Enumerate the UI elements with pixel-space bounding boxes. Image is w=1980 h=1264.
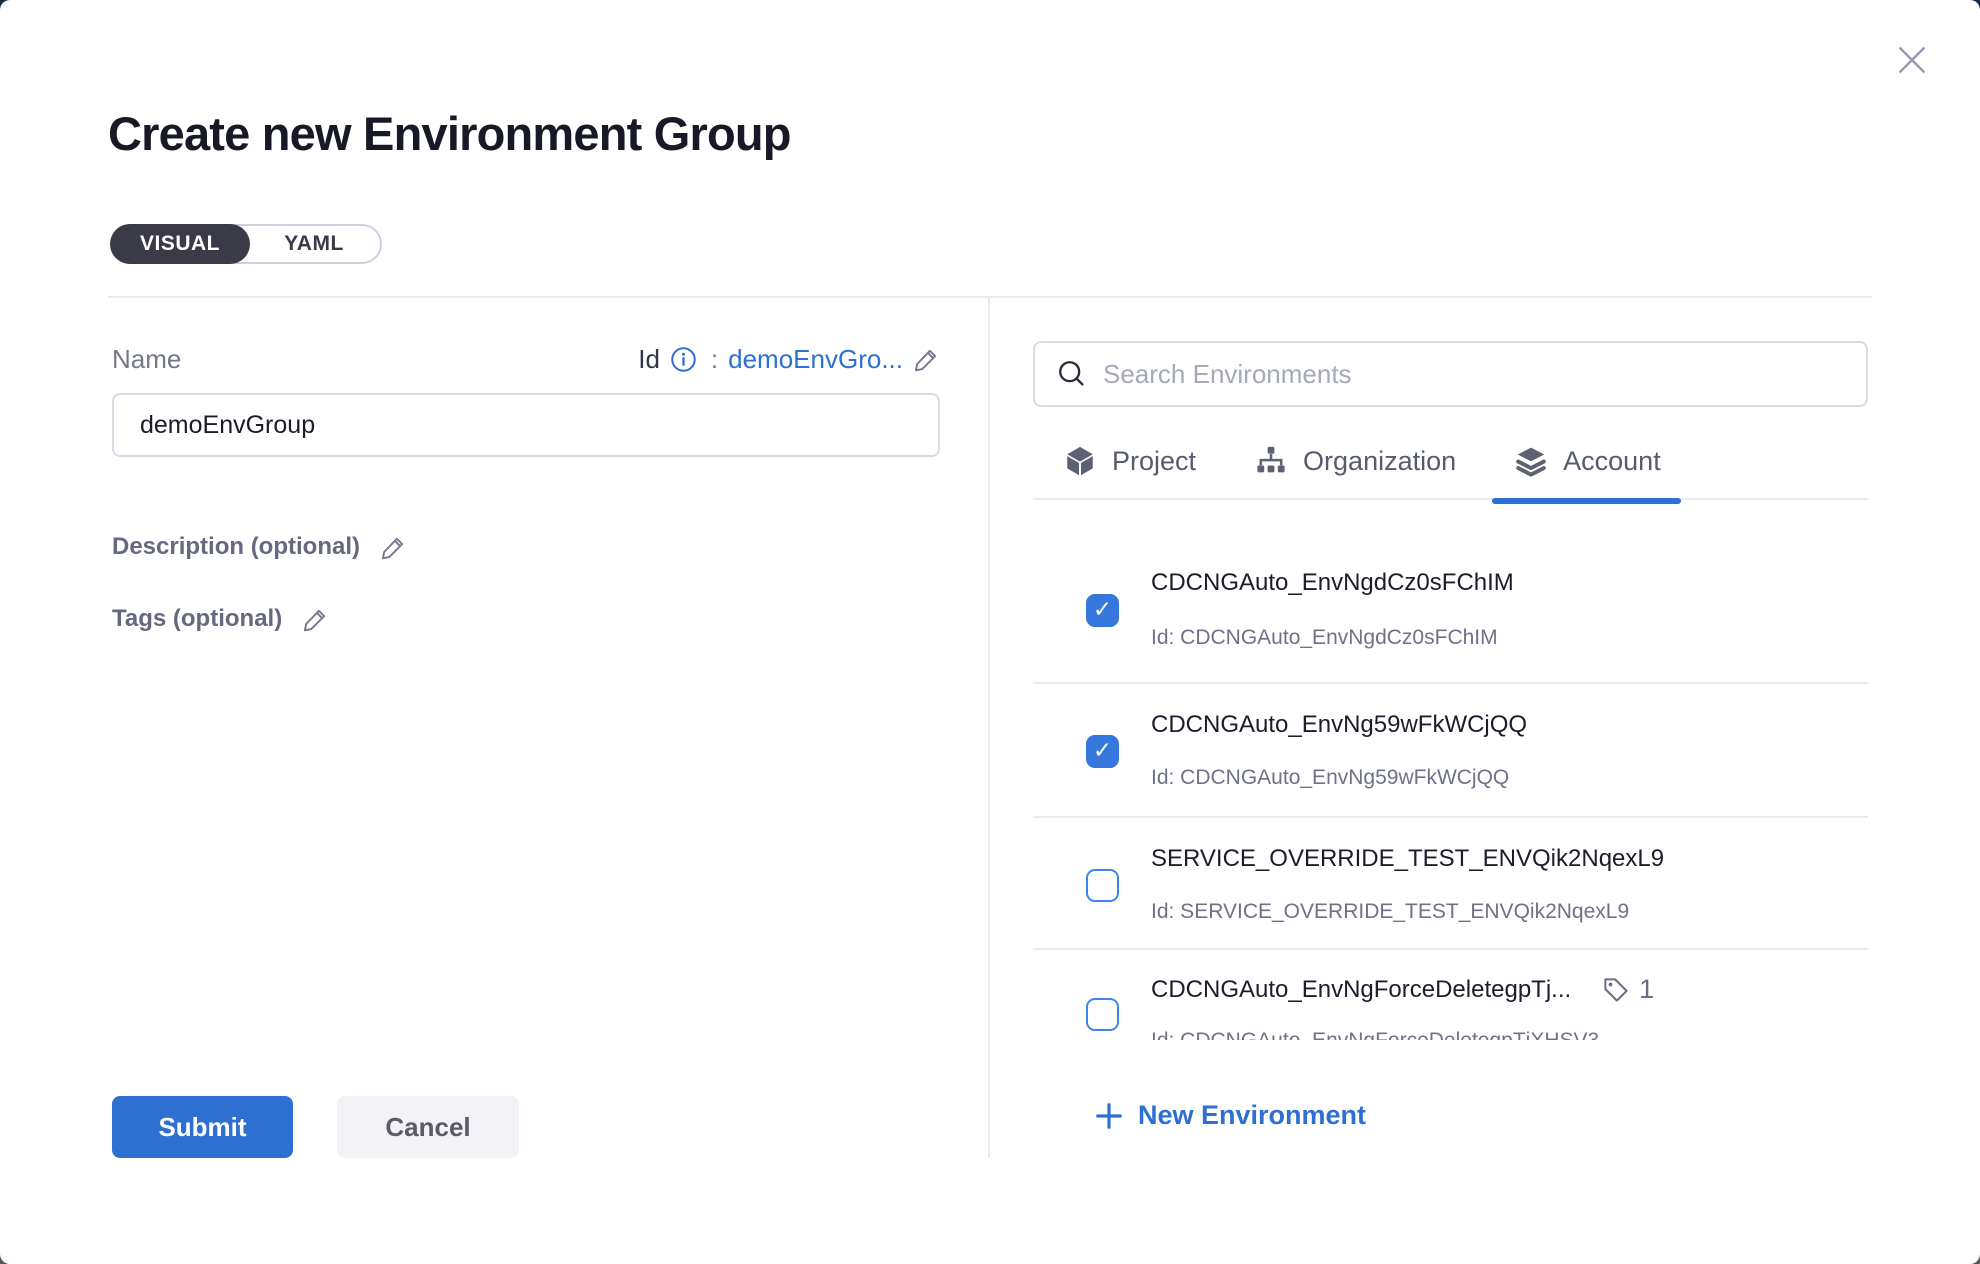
tags-row: Tags (optional) <box>112 605 940 633</box>
search-icon <box>1057 359 1087 389</box>
dialog-actions: Submit Cancel <box>112 1096 940 1158</box>
description-row: Description (optional) <box>112 533 940 561</box>
create-environment-group-dialog: Create new Environment Group VISUAL YAML… <box>0 0 1980 1264</box>
env-id: Id: SERVICE_OVERRIDE_TEST_ENVQik2NqexL9 <box>1151 898 1664 926</box>
description-label: Description (optional) <box>112 533 360 561</box>
env-name: CDCNGAuto_EnvNgForceDeletegpTj... <box>1151 975 1571 1005</box>
id-label: Id <box>638 344 660 375</box>
dialog-body: Name Id : demoEnvGro... <box>108 298 1872 1158</box>
pencil-icon <box>913 346 940 373</box>
name-input[interactable] <box>112 393 940 457</box>
env-texts: CDCNGAuto_EnvNgdCz0sFChIM Id: CDCNGAuto_… <box>1151 568 1514 652</box>
env-texts: SERVICE_OVERRIDE_TEST_ENVQik2NqexL9 Id: … <box>1151 844 1664 926</box>
tab-label: Organization <box>1303 446 1456 477</box>
edit-id-button[interactable] <box>913 346 940 373</box>
id-value: demoEnvGro... <box>728 344 903 375</box>
tab-account[interactable]: Account <box>1514 444 1661 478</box>
scope-tabs: Project Organization Account <box>1033 444 1868 500</box>
env-name: CDCNGAuto_EnvNgdCz0sFChIM <box>1151 568 1514 598</box>
environments-panel: Project Organization Account <box>1033 298 1868 1158</box>
new-environment-label: New Environment <box>1138 1100 1366 1131</box>
org-chart-icon <box>1254 444 1288 478</box>
toggle-yaml[interactable]: YAML <box>248 226 380 262</box>
tag-badge: 1 <box>1601 974 1654 1005</box>
plus-icon <box>1094 1101 1124 1131</box>
name-label: Name <box>112 344 181 375</box>
page-title: Create new Environment Group <box>108 106 791 161</box>
tag-count: 1 <box>1639 974 1654 1005</box>
visual-yaml-toggle: VISUAL YAML <box>110 224 382 264</box>
env-id: Id: CDCNGAuto_EnvNgdCz0sFChIM <box>1151 624 1514 652</box>
new-environment-button[interactable]: New Environment <box>1033 1100 1868 1131</box>
tab-label: Account <box>1563 446 1661 477</box>
env-id: Id: CDCNGAuto_EnvNgForceDeletegpTjXHSV3 <box>1151 1027 1654 1040</box>
env-checkbox[interactable] <box>1086 869 1119 902</box>
tab-organization[interactable]: Organization <box>1254 444 1456 478</box>
tab-project[interactable]: Project <box>1063 444 1196 478</box>
close-icon <box>1893 41 1931 79</box>
tab-label: Project <box>1112 446 1196 477</box>
env-checkbox[interactable] <box>1086 998 1119 1031</box>
env-checkbox[interactable] <box>1086 735 1119 768</box>
environment-row[interactable]: CDCNGAuto_EnvNg59wFkWCjQQ Id: CDCNGAuto_… <box>1033 684 1868 818</box>
close-button[interactable] <box>1890 38 1934 82</box>
env-texts: CDCNGAuto_EnvNgForceDeletegpTj... 1 Id: … <box>1151 974 1654 1040</box>
environment-row[interactable]: CDCNGAuto_EnvNgForceDeletegpTj... 1 Id: … <box>1033 950 1868 1040</box>
layers-icon <box>1514 444 1548 478</box>
env-id: Id: CDCNGAuto_EnvNg59wFkWCjQQ <box>1151 764 1527 792</box>
name-id-row: Name Id : demoEnvGro... <box>112 344 940 375</box>
identifier-group: Id : demoEnvGro... <box>638 344 940 375</box>
cancel-button[interactable]: Cancel <box>337 1096 519 1158</box>
tags-label: Tags (optional) <box>112 605 282 633</box>
env-name: CDCNGAuto_EnvNg59wFkWCjQQ <box>1151 710 1527 740</box>
column-divider <box>988 298 990 1158</box>
tag-icon <box>1601 975 1631 1005</box>
env-name: SERVICE_OVERRIDE_TEST_ENVQik2NqexL9 <box>1151 844 1664 874</box>
environment-list: CDCNGAuto_EnvNgdCz0sFChIM Id: CDCNGAuto_… <box>1033 500 1868 1040</box>
environment-row[interactable]: CDCNGAuto_EnvNgdCz0sFChIM Id: CDCNGAuto_… <box>1033 500 1868 684</box>
env-texts: CDCNGAuto_EnvNg59wFkWCjQQ Id: CDCNGAuto_… <box>1151 710 1527 792</box>
pencil-icon <box>302 606 329 633</box>
edit-tags-button[interactable] <box>302 606 329 633</box>
info-icon[interactable] <box>670 346 697 373</box>
search-box <box>1033 341 1868 407</box>
search-input[interactable] <box>1103 359 1844 390</box>
cube-icon <box>1063 444 1097 478</box>
edit-description-button[interactable] <box>380 534 407 561</box>
submit-button[interactable]: Submit <box>112 1096 293 1158</box>
env-checkbox[interactable] <box>1086 594 1119 627</box>
active-tab-indicator <box>1492 498 1681 504</box>
environment-row[interactable]: SERVICE_OVERRIDE_TEST_ENVQik2NqexL9 Id: … <box>1033 818 1868 950</box>
form-column: Name Id : demoEnvGro... <box>108 298 988 1158</box>
toggle-visual[interactable]: VISUAL <box>110 224 250 264</box>
pencil-icon <box>380 534 407 561</box>
id-separator: : <box>711 344 718 375</box>
